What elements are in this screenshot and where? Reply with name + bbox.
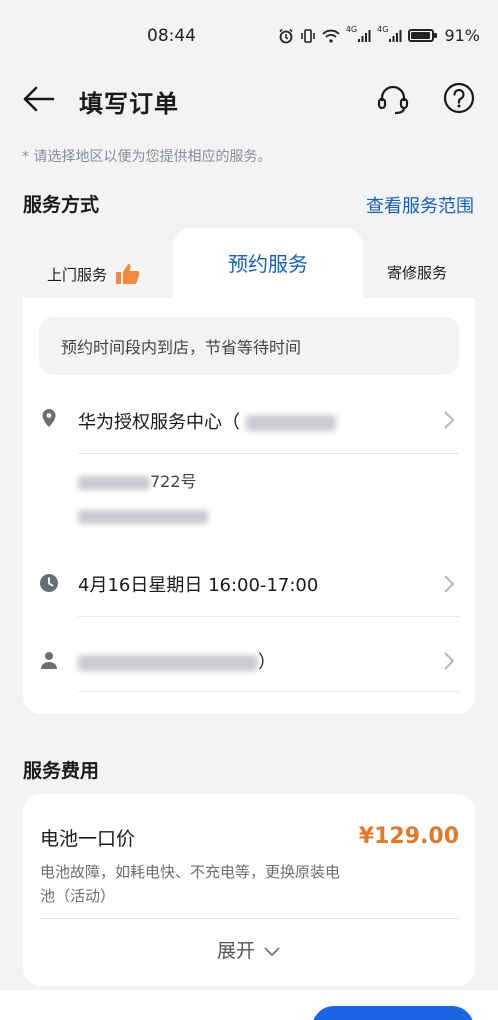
fee-item-price: ¥129.00 (358, 824, 459, 849)
chevron-right-icon (444, 411, 455, 429)
appointment-notice-text: 预约时间段内到店，节省等待时间 (61, 338, 302, 357)
help-button[interactable] (443, 82, 475, 114)
person-icon (41, 652, 57, 669)
page-header: 填写订单 (0, 72, 498, 128)
divider (78, 453, 459, 454)
chevron-right-icon (444, 652, 455, 670)
question-mark-icon (443, 82, 475, 114)
service-fee-title: 服务费用 (23, 760, 100, 782)
signal-icon-2: 4G (377, 25, 402, 43)
service-method-title: 服务方式 (23, 194, 100, 216)
thumbs-up-icon (116, 264, 140, 284)
status-bar: 08:44 4G 4G 91% (0, 0, 498, 72)
contact-suffix: ） (258, 652, 276, 673)
appointment-notice: 预约时间段内到店，节省等待时间 (39, 317, 459, 375)
submit-button[interactable] (312, 1006, 474, 1020)
signal-label-1: 4G (345, 25, 358, 34)
chevron-right-icon (444, 575, 455, 593)
battery-icon (408, 29, 438, 42)
signal-label-2: 4G (377, 25, 389, 34)
back-button[interactable] (22, 84, 56, 114)
divider (78, 616, 459, 617)
tab-appointment-service-label: 预约服务 (228, 251, 308, 276)
status-icons: 4G 4G 91% (278, 25, 480, 45)
expand-button[interactable]: 展开 (23, 936, 475, 963)
tab-mail-in-service-label: 寄修服务 (387, 264, 448, 282)
battery-percentage: 91% (444, 26, 480, 45)
tab-home-service-label: 上门服务 (47, 265, 108, 284)
customer-service-button[interactable] (376, 82, 410, 116)
contact-info: ） (78, 648, 276, 674)
divider (78, 691, 459, 692)
expand-label: 展开 (216, 940, 255, 962)
redacted-address (78, 475, 150, 490)
chevron-down-icon (264, 946, 280, 956)
back-arrow-icon (23, 86, 55, 112)
divider (40, 918, 459, 919)
wifi-icon (322, 29, 340, 43)
fee-item-name: 电池一口价 (40, 828, 136, 850)
fee-item-description: 电池故障，如耗电快、不充电等，更换原装电池（活动） (40, 863, 341, 905)
redacted-address-line-2 (78, 509, 208, 524)
headset-icon (377, 85, 409, 115)
store-name: 华为授权服务中心（ (78, 408, 336, 434)
redacted-store-detail (245, 415, 336, 431)
store-name-text: 华为授权服务中心（ (78, 412, 240, 433)
clock-icon (40, 574, 58, 592)
location-pin-icon (42, 409, 56, 427)
service-method-card: 上门服务 预约服务 寄修服务 预约时间段内到店，节省等待时间 华为授权服务中心（… (23, 228, 475, 714)
tab-appointment-service[interactable]: 预约服务 (173, 228, 363, 300)
appointment-time: 4月16日星期日 16:00-17:00 (78, 575, 319, 596)
store-address-line-1: 722号 (78, 468, 197, 492)
region-hint: * 请选择地区以便为您提供相应的服务。 (22, 149, 272, 165)
store-address-number: 722号 (150, 472, 197, 491)
page-title: 填写订单 (79, 90, 179, 118)
redacted-contact (78, 655, 258, 671)
vibrate-icon (300, 28, 316, 44)
signal-icon-1: 4G (346, 25, 371, 43)
status-time: 08:44 (147, 26, 196, 46)
service-fee-card: 电池一口价 ¥129.00 电池故障，如耗电快、不充电等，更换原装电池（活动） … (23, 794, 475, 986)
service-range-link[interactable]: 查看服务范围 (366, 192, 474, 218)
store-address-line-2 (78, 506, 208, 525)
tab-home-service[interactable]: 上门服务 (47, 262, 141, 286)
alarm-icon (278, 28, 294, 44)
tab-mail-in-service[interactable]: 寄修服务 (387, 262, 447, 283)
